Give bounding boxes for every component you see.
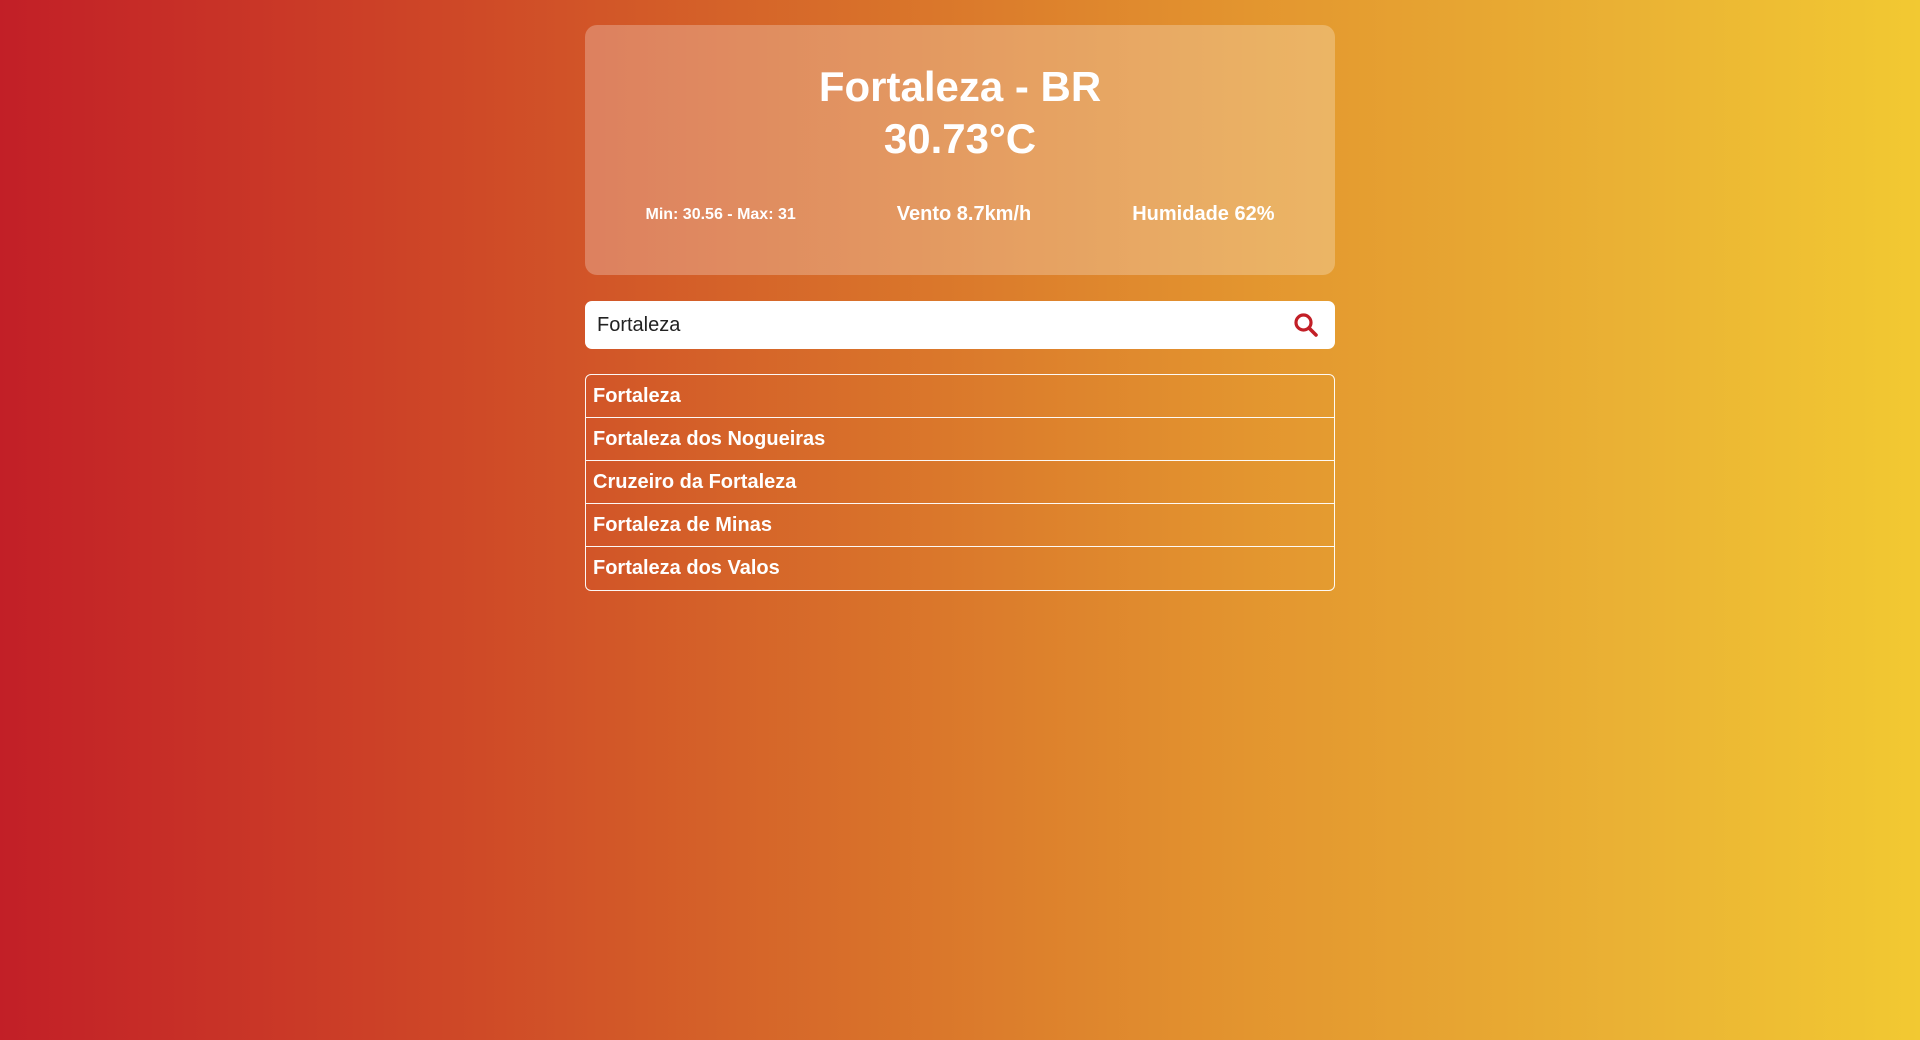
search-input[interactable]	[597, 313, 1289, 337]
temperature: 30.73°C	[883, 115, 1037, 162]
search-button[interactable]	[1289, 308, 1323, 342]
min-max-temperature: Min: 30.56 - Max: 31	[645, 205, 796, 223]
suggestion-item[interactable]: Fortaleza	[586, 375, 1334, 418]
city-name: Fortaleza - BR	[818, 63, 1102, 110]
search-box	[585, 301, 1335, 349]
search-icon	[1294, 313, 1318, 337]
suggestions-list: Fortaleza Fortaleza dos Nogueiras Cruzei…	[585, 374, 1335, 591]
suggestion-item[interactable]: Fortaleza de Minas	[586, 504, 1334, 547]
humidity: Humidade 62%	[1132, 203, 1275, 225]
suggestion-item[interactable]: Fortaleza dos Nogueiras	[586, 418, 1334, 461]
suggestion-item[interactable]: Fortaleza dos Valos	[586, 547, 1334, 590]
wind-speed: Vento 8.7km/h	[896, 203, 1032, 225]
weather-details: Min: 30.56 - Max: 31 Vento 8.7km/h Humid…	[585, 203, 1335, 226]
suggestion-item[interactable]: Cruzeiro da Fortaleza	[586, 461, 1334, 504]
weather-card: Fortaleza - BR 30.73°C Min: 30.56 - Max:…	[585, 25, 1335, 275]
app-container: Fortaleza - BR 30.73°C Min: 30.56 - Max:…	[585, 25, 1335, 591]
